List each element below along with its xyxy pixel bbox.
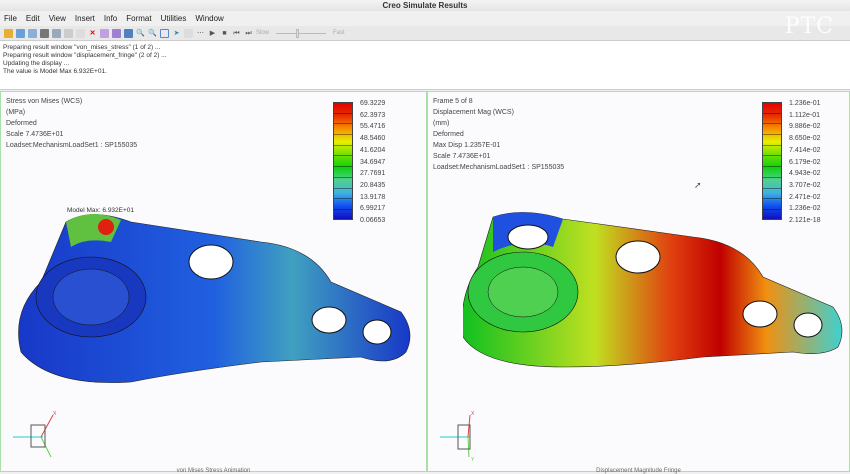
message-line: Preparing result window "von_mises_stres… [3,44,161,51]
view-icon[interactable] [184,28,193,38]
orient-icon[interactable]: ➤ [172,29,181,38]
legend-value: 8.650e-02 [789,135,821,143]
info-line: Scale 7.4736E+01 [433,153,491,160]
result-window-icon[interactable] [100,28,109,38]
menu-edit[interactable]: Edit [26,11,40,26]
legend-value: 9.886e-02 [789,123,821,131]
title-bar: Creo Simulate Results [0,0,850,11]
play-icon[interactable]: ▶ [208,29,217,38]
slow-label: Slow [256,30,270,36]
legend-value: 20.8435 [360,181,386,189]
info-line: Stress von Mises (WCS) [6,98,83,105]
legend-value: 3.707e-02 [789,181,821,189]
legend-value: 55.4716 [360,123,386,131]
coordinate-triad: X Y [440,411,475,463]
message-line: The value is Model Max 6.932E+01. [3,68,107,75]
info-line: Frame 5 of 8 [433,98,473,105]
step-icon[interactable]: ⋯ [196,29,205,38]
stress-result-window[interactable]: Stress von Mises (WCS) (MPa) Deformed Sc… [0,91,427,474]
stop-icon[interactable]: ■ [220,29,229,38]
legend-value: 1.112e-01 [789,111,821,119]
info-line: Deformed [433,131,464,138]
copy-icon[interactable] [64,28,73,38]
legend-value: 27.7691 [360,170,386,178]
color-legend [762,102,782,220]
menu-window[interactable]: Window [195,11,223,26]
legend-value: 1.236e-01 [789,100,821,107]
x-axis-label: X [471,411,475,417]
menu-utilities[interactable]: Utilities [161,11,187,26]
delete-icon[interactable]: ✕ [88,29,97,38]
result-info: Stress von Mises (WCS) (MPa) Deformed Sc… [6,96,137,151]
message-line: Preparing result window "displacement_fr… [3,52,167,59]
menu-bar: File Edit View Insert Info Format Utilit… [0,11,850,26]
window-caption: von Mises Stress Animation [176,468,251,474]
result-info: Frame 5 of 8 Displacement Mag (WCS) (mm)… [433,96,564,173]
next-frame-icon[interactable]: ⏭ [244,29,253,38]
displacement-result-window[interactable]: Frame 5 of 8 Displacement Mag (WCS) (mm)… [427,91,850,474]
info-line: (mm) [433,120,450,127]
legend-value: 6.179e-02 [789,158,821,166]
legend-value: 62.3973 [360,111,386,119]
speed-slider[interactable] [276,28,327,38]
open-icon[interactable] [4,28,13,38]
menu-insert[interactable]: Insert [75,11,95,26]
ptc-logo: PTC [784,14,834,39]
print-icon[interactable] [40,28,49,38]
show-icon[interactable] [124,28,133,38]
first-frame-icon[interactable]: ⏮ [232,29,241,38]
menu-info[interactable]: Info [104,11,117,26]
info-line: Max Disp 1.2357E-01 [433,142,501,149]
window-caption: Displacement Magnitude Fringe [596,468,681,474]
x-axis-label: X [53,411,57,417]
fast-label: Fast [333,30,345,36]
save-as-icon[interactable] [28,28,37,38]
legend-value: 2.471e-02 [789,193,821,201]
zoom-out-icon[interactable]: 🔍 [148,29,157,38]
menu-view[interactable]: View [49,11,66,26]
legend-value: 4.943e-02 [789,170,821,178]
legend-value: 48.5460 [360,135,386,143]
paste-icon[interactable] [76,28,85,38]
legend-value: 69.3229 [360,100,386,107]
info-line: (MPa) [6,109,26,116]
info-line: Deformed [6,120,37,127]
legend-value: 41.6204 [360,146,386,154]
zoom-in-icon[interactable]: 🔍 [136,29,145,38]
menu-file[interactable]: File [4,11,17,26]
info-line: Loadset:MechanismLoadSet1 : SP155035 [433,164,565,171]
menu-format[interactable]: Format [126,11,151,26]
save-icon[interactable] [16,28,25,38]
displacement-model [463,212,843,368]
info-line: Scale 7.4736E+01 [6,131,64,138]
y-axis-label: Y [471,457,475,463]
legend-value: 34.6947 [360,158,386,166]
info-line: Displacement Mag (WCS) [433,109,514,116]
message-line: Updating the display ... [3,60,70,67]
stress-model [18,213,411,383]
export-icon[interactable] [52,28,61,38]
mouse-cursor-icon: ➚ [694,180,702,190]
slider-thumb[interactable] [296,28,300,38]
toolbar: ✕ 🔍 🔍 ➤ ⋯ ▶ ■ ⏮ ⏭ Slow Fast [0,26,850,41]
info-line: Loadset:MechanismLoadSet1 : SP155035 [6,142,138,149]
legend-value: 7.414e-02 [789,146,821,154]
coordinate-triad: X [13,411,57,458]
message-area: Preparing result window "von_mises_stres… [0,41,850,90]
edit-result-icon[interactable] [112,28,121,38]
refit-icon[interactable] [160,28,169,38]
